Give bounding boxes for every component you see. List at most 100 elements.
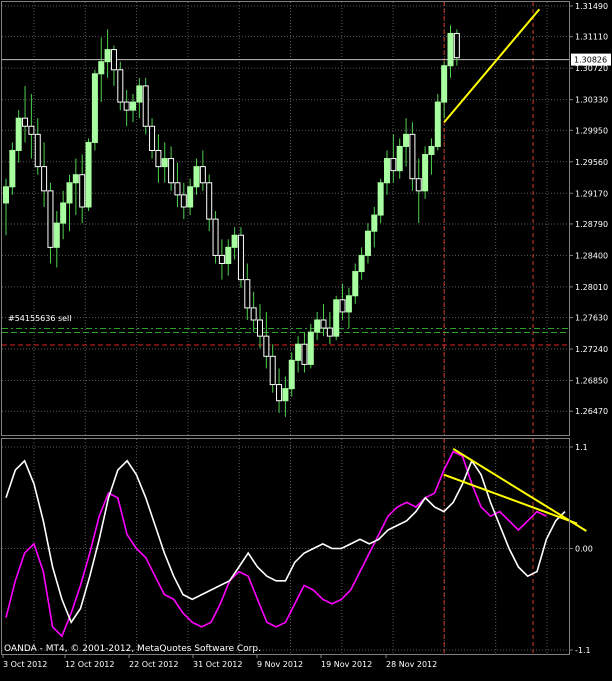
mt4-chart-window: 1.31490 1.31110 1.30720 1.30330 1.29950 1.295…	[0, 0, 612, 677]
candle-body	[403, 133, 410, 147]
candle-body	[174, 182, 181, 196]
candle-body	[53, 222, 60, 248]
candle-body	[434, 101, 441, 147]
candle-body	[453, 32, 460, 59]
candle-body	[295, 343, 302, 361]
candle-body	[66, 182, 73, 204]
candle-body	[9, 149, 16, 188]
time-tick-label: 28 Nov 2012	[386, 660, 437, 669]
candle-body	[60, 202, 67, 224]
price-tick-label: 1.31110	[575, 33, 608, 42]
time-tick-label: 3 Oct 2012	[3, 660, 47, 669]
price-tick-label: 1.29170	[575, 189, 608, 198]
watermark-text: OANDA - MT4, © 2001-2012, MetaQuotes Sof…	[4, 644, 261, 654]
candle-body	[345, 295, 352, 313]
time-tick-label: 12 Oct 2012	[65, 660, 114, 669]
candle-body	[231, 234, 238, 248]
candle-body	[34, 133, 41, 168]
candle-body	[409, 133, 416, 180]
candle-body	[149, 125, 156, 151]
candle-body	[441, 65, 448, 103]
candle-body	[358, 254, 365, 273]
candle-body	[47, 190, 54, 248]
candle-body	[301, 343, 308, 365]
price-tick-label: 1.29560	[575, 158, 608, 167]
candle-body	[79, 174, 86, 208]
price-tick-label: 1.26470	[575, 407, 608, 416]
candle-body	[91, 73, 98, 143]
price-tick-label: 1.28400	[575, 251, 608, 260]
candle-body	[41, 166, 48, 192]
osc-tick-label: 0.00	[575, 545, 593, 554]
candle-body	[72, 174, 79, 184]
order-label: #54155636 sell	[8, 314, 72, 323]
price-tick-label: 1.27240	[575, 345, 608, 354]
candle-body	[15, 117, 22, 151]
time-tick-label: 22 Oct 2012	[129, 660, 178, 669]
chart-background	[0, 0, 612, 677]
current-price-label: 1.30826	[574, 56, 607, 65]
candle-body	[187, 186, 194, 208]
candle-body	[390, 158, 397, 172]
candle-body	[193, 166, 200, 188]
candle-body	[117, 69, 124, 103]
candle-body	[396, 145, 403, 172]
time-tick-label: 31 Oct 2012	[193, 660, 242, 669]
candle-body	[371, 214, 378, 232]
candle-body	[257, 319, 263, 337]
candle-body	[263, 335, 270, 357]
candle-body	[22, 117, 29, 127]
candle-body	[447, 32, 454, 67]
candle-body	[180, 194, 187, 208]
candle-body	[276, 384, 283, 402]
candle-body	[130, 101, 136, 111]
price-tick-label: 1.28790	[575, 220, 608, 229]
candle-body	[282, 388, 289, 402]
price-tick-label: 1.27630	[575, 314, 608, 323]
candle-body	[168, 158, 175, 184]
candle-body	[428, 145, 435, 156]
candle-body	[110, 49, 117, 71]
candle-body	[142, 85, 149, 127]
chart-svg: 1.314901.311101.307201.303301.299501.295…	[0, 0, 612, 677]
candle-body	[415, 178, 422, 192]
candle-body	[136, 85, 143, 103]
candle-body	[3, 186, 9, 204]
price-tick-label: 1.29950	[575, 126, 608, 135]
candle-body	[225, 246, 232, 264]
osc-tick-label: -1.1	[575, 646, 591, 655]
candle-body	[314, 319, 321, 333]
candle-body	[123, 101, 130, 111]
price-tick-label: 1.26850	[575, 377, 608, 386]
candle-body	[269, 355, 276, 386]
candle-body	[320, 319, 327, 329]
candle-body	[155, 149, 162, 168]
candle-body	[250, 307, 257, 321]
candle-body	[364, 230, 371, 256]
candle-body	[326, 327, 333, 337]
price-tick-label: 1.28010	[575, 283, 608, 292]
candle-body	[212, 218, 219, 256]
candle-body	[377, 182, 384, 216]
price-tick-label: 1.31490	[575, 2, 608, 11]
candle-body	[244, 279, 251, 309]
candle-body	[28, 125, 35, 135]
candle-body	[85, 141, 92, 208]
candle-body	[384, 158, 390, 184]
price-tick-label: 1.30330	[575, 96, 608, 105]
candle-body	[199, 166, 206, 184]
candle-body	[352, 271, 359, 297]
candle-body	[218, 254, 225, 264]
candle-body	[422, 154, 429, 192]
candle-body	[98, 61, 105, 75]
candle-body	[307, 331, 314, 365]
candle-body	[339, 299, 346, 313]
time-tick-label: 19 Nov 2012	[321, 660, 372, 669]
osc-tick-label: 1.1	[575, 443, 588, 452]
candle-body	[104, 49, 111, 63]
candle-body	[206, 182, 213, 220]
candle-body	[237, 234, 244, 281]
time-tick-label: 9 Nov 2012	[257, 660, 303, 669]
candle-body	[333, 299, 340, 337]
candle-body	[161, 158, 168, 168]
